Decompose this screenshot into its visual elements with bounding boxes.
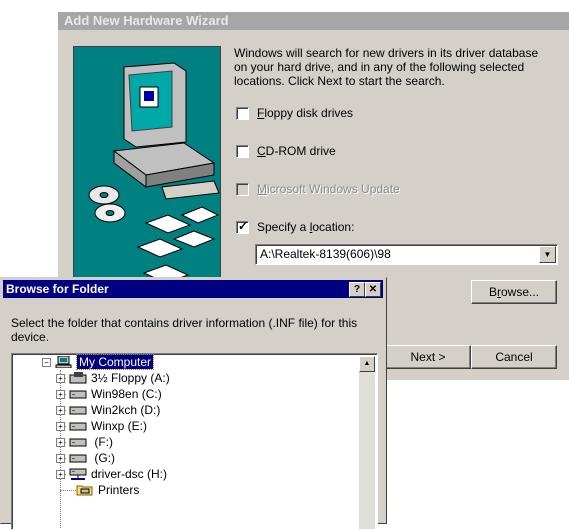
floppy-disk-drives-label: Floppy disk drives <box>257 106 354 120</box>
tree-item-label: driver-dsc (H:) <box>91 467 168 481</box>
tree-item-win98en-c[interactable]: + Win98en (C:) <box>56 386 162 402</box>
microsoft-windows-update-checkbox: Microsoft Windows Update <box>236 180 400 198</box>
specify-location-label: Specify a location: <box>257 220 355 234</box>
floppy-disks-illustration-icon <box>136 206 220 284</box>
tree-item-f[interactable]: + (F:) <box>56 434 113 450</box>
expand-icon[interactable]: + <box>56 469 65 479</box>
tree-item-label: (F:) <box>91 435 113 449</box>
browse-instruction: Select the folder that contains driver i… <box>11 316 358 344</box>
checkbox-box[interactable] <box>236 106 249 120</box>
collapse-icon[interactable]: − <box>42 357 51 367</box>
tree-item-driver-dsc-h[interactable]: + driver-dsc (H:) <box>56 466 167 482</box>
checkbox-box[interactable] <box>236 144 249 158</box>
checkmark-icon: ✓ <box>238 218 249 233</box>
computer-icon <box>55 356 72 368</box>
printers-folder-icon <box>76 485 93 496</box>
floppy-drive-icon <box>69 372 87 384</box>
cancel-button[interactable]: Cancel <box>471 345 557 369</box>
specify-location-checkbox[interactable]: ✓ Specify a location: <box>236 218 354 236</box>
hard-drive-icon <box>69 438 87 447</box>
wizard-titlebar[interactable]: Add New Hardware Wizard <box>58 0 569 30</box>
scroll-up-icon[interactable]: ▲ <box>359 356 375 372</box>
tree-item-winxp-e[interactable]: + Winxp (E:) <box>56 418 147 434</box>
tree-item-label: Win98en (C:) <box>91 387 162 401</box>
floppy-disk-drives-checkbox[interactable]: Floppy disk drives <box>236 104 353 122</box>
browse-for-folder-dialog: Browse for Folder ? ✕ Select the folder … <box>0 277 387 530</box>
wizard-description: Windows will search for new drivers in i… <box>234 46 539 88</box>
tree-item-label: 3½ Floppy (A:) <box>91 371 170 385</box>
tree-item-label: My Computer <box>75 354 155 370</box>
close-button[interactable]: ✕ <box>365 282 381 297</box>
tree-item-printers[interactable]: Printers <box>76 482 139 498</box>
tree-item-my-computer[interactable]: − My Computer <box>42 354 155 370</box>
tree-item-label: Winxp (E:) <box>91 419 148 433</box>
browse-titlebar[interactable]: Browse for Folder ? ✕ <box>3 280 383 298</box>
cd-discs-illustration-icon <box>88 185 126 223</box>
hard-drive-icon <box>69 406 87 415</box>
browse-dialog-title: Browse for Folder <box>6 282 109 296</box>
tree-item-win2kch-d[interactable]: + Win2kch (D:) <box>56 402 160 418</box>
help-button[interactable]: ? <box>349 282 365 297</box>
dropdown-arrow-icon[interactable]: ▼ <box>539 246 556 263</box>
folder-tree[interactable]: − My Computer + 3½ Floppy (A:) + Win98en… <box>11 353 378 530</box>
tree-item-floppy-a[interactable]: + 3½ Floppy (A:) <box>56 370 170 386</box>
tree-item-label: (G:) <box>91 451 115 465</box>
cd-rom-drive-checkbox[interactable]: CD-ROM drive <box>236 142 336 160</box>
next-button[interactable]: Next > <box>385 345 471 369</box>
tree-item-g[interactable]: + (G:) <box>56 450 115 466</box>
location-combobox[interactable]: A:\Realtek-8139(606)\98 ▼ <box>255 244 558 265</box>
expand-icon[interactable]: + <box>56 373 65 383</box>
computer-illustration-icon <box>112 62 220 200</box>
microsoft-windows-update-label: Microsoft Windows Update <box>257 182 400 196</box>
expand-icon[interactable]: + <box>56 405 65 415</box>
hard-drive-icon <box>69 454 87 463</box>
wizard-title: Add New Hardware Wizard <box>64 13 229 28</box>
hard-drive-icon <box>69 390 87 399</box>
network-drive-icon <box>69 468 87 480</box>
tree-vertical-scrollbar[interactable]: ▲ <box>359 356 375 529</box>
expand-icon[interactable]: + <box>56 453 65 463</box>
hard-drive-icon <box>69 422 87 431</box>
expand-icon[interactable]: + <box>56 389 65 399</box>
expand-icon[interactable]: + <box>56 421 65 431</box>
tree-item-label: Win2kch (D:) <box>91 403 161 417</box>
checkbox-box[interactable]: ✓ <box>236 218 249 234</box>
location-value[interactable]: A:\Realtek-8139(606)\98 <box>260 247 391 261</box>
browse-button[interactable]: Browse... <box>471 280 557 304</box>
expand-icon[interactable]: + <box>56 437 65 447</box>
cd-rom-drive-label: CD-ROM drive <box>257 144 336 158</box>
tree-item-label: Printers <box>98 483 140 497</box>
checkbox-box <box>236 182 249 196</box>
